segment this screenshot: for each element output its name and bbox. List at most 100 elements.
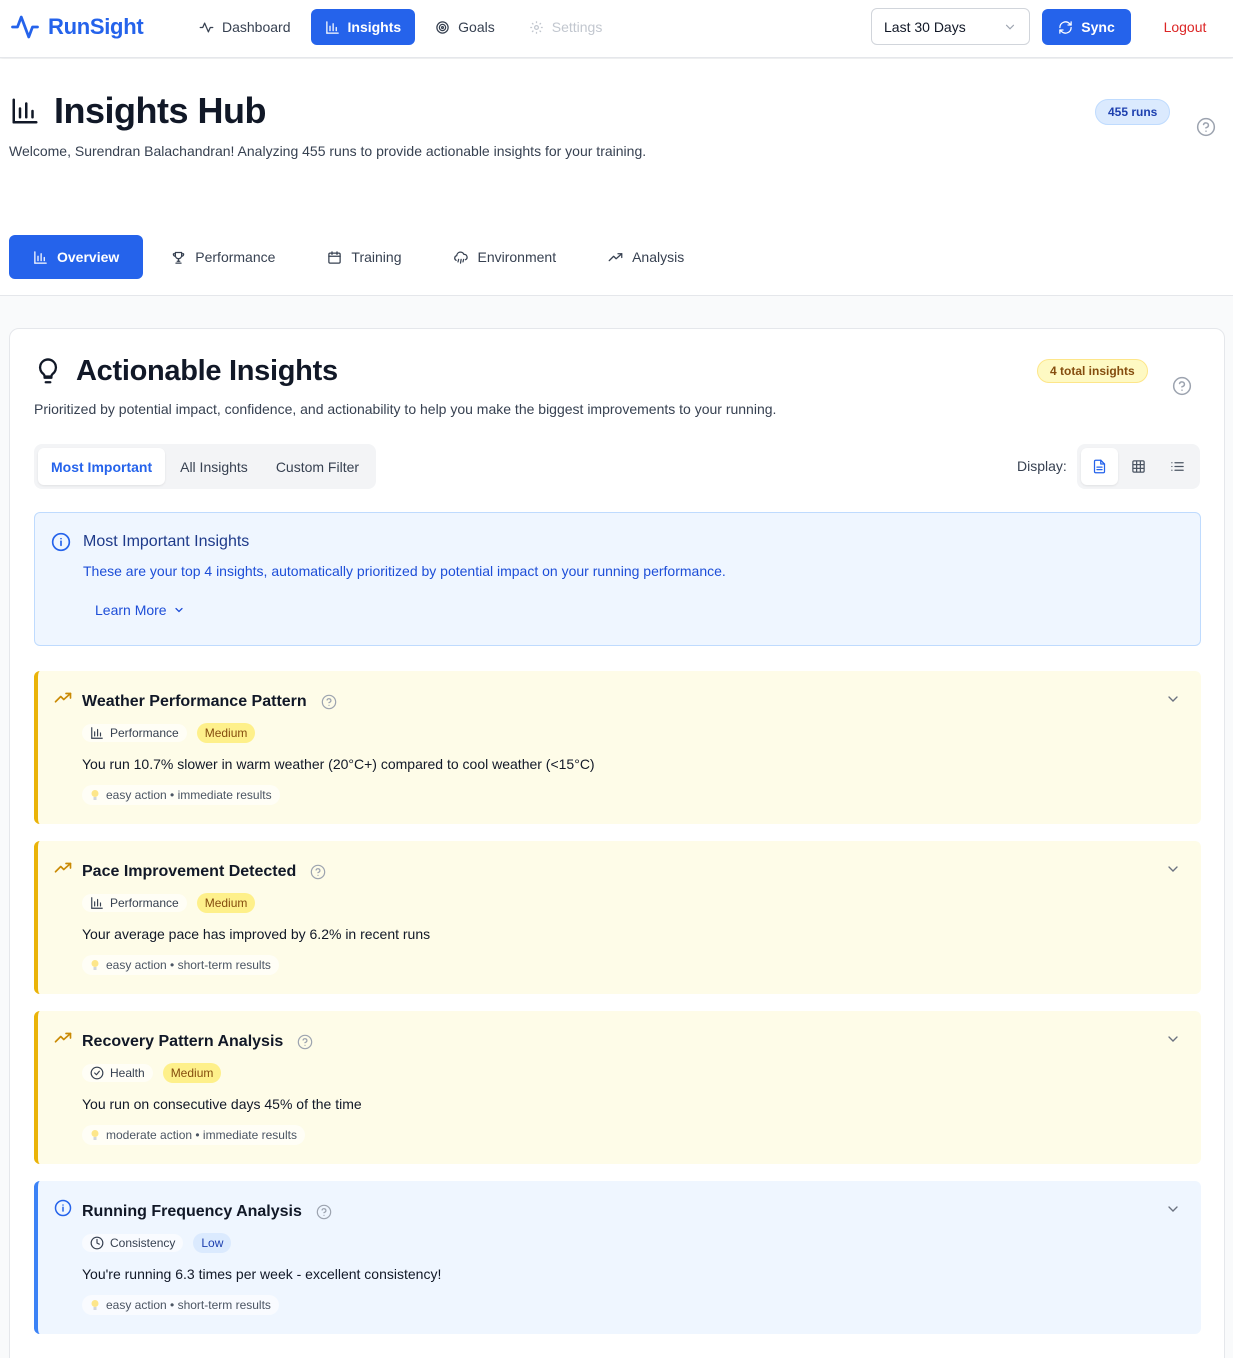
insight-tags: Performance Medium (82, 893, 256, 913)
insight-tags: Performance Medium (82, 723, 256, 743)
trophy-icon (173, 251, 185, 264)
clock-icon (90, 1236, 104, 1250)
lightbulb-icon (91, 1130, 99, 1140)
priority-badge: Medium (196, 893, 256, 913)
main-nav: Dashboard Insights Goals Settings (185, 9, 616, 45)
filter-most-important[interactable]: Most Important (38, 448, 166, 485)
lightbulb-icon (38, 357, 58, 383)
insight-tags: Health Medium (82, 1063, 222, 1083)
display-list-button[interactable] (1159, 448, 1196, 485)
insight-title: Recovery Pattern Analysis (82, 1033, 313, 1051)
category-tag: Performance (82, 724, 187, 742)
list-icon (1171, 462, 1184, 471)
display-grid-button[interactable] (1120, 448, 1157, 485)
insight-title: Running Frequency Analysis (82, 1203, 332, 1221)
chevron-down-icon[interactable] (1165, 861, 1181, 877)
help-circle-icon[interactable] (1172, 376, 1192, 396)
priority-badge: Low (193, 1233, 232, 1253)
page-subtitle: Welcome, Surendran Balachandran! Analyzi… (9, 143, 647, 159)
insight-title: Weather Performance Pattern (82, 693, 337, 711)
insight-card[interactable]: Recovery Pattern Analysis Health Medium … (34, 1011, 1201, 1164)
help-circle-icon[interactable] (316, 1204, 332, 1220)
tab-performance[interactable]: Performance (147, 235, 299, 279)
insight-title: Pace Improvement Detected (82, 863, 326, 881)
calendar-icon (328, 250, 342, 264)
help-circle-icon[interactable] (1196, 117, 1216, 137)
display-mode-toggle (1077, 444, 1200, 489)
target-icon (436, 20, 449, 34)
priority-badge: Medium (162, 1063, 222, 1083)
check-circle-icon (90, 1066, 104, 1080)
insight-card[interactable]: Running Frequency Analysis Consistency L… (34, 1181, 1201, 1334)
insights-tabs: Overview Performance Training Environmen… (9, 235, 712, 279)
help-circle-icon[interactable] (297, 1034, 313, 1050)
date-range-value: Last 30 Days (884, 18, 966, 35)
top-navigation-bar: RunSight Dashboard Insights Goals Settin… (0, 0, 1233, 58)
section-title: Actionable Insights (34, 355, 338, 388)
runs-count-badge: 455 runs (1095, 99, 1171, 125)
tab-overview[interactable]: Overview (9, 235, 144, 279)
pulse-logo-icon (11, 15, 39, 39)
insight-meta: easy action • short-term results (82, 1295, 279, 1315)
actionable-insights-card: Actionable Insights Prioritized by poten… (9, 328, 1225, 1358)
insight-meta: easy action • immediate results (82, 785, 280, 805)
total-insights-badge: 4 total insights (1037, 359, 1148, 383)
info-icon (51, 532, 71, 552)
activity-icon (199, 22, 214, 32)
nav-item-settings[interactable]: Settings (515, 9, 617, 45)
trending-up-icon (54, 862, 72, 873)
insight-description: Your average pace has improved by 6.2% i… (82, 926, 431, 942)
chevron-down-icon[interactable] (1165, 691, 1181, 707)
nav-item-dashboard[interactable]: Dashboard (185, 9, 305, 45)
nav-item-insights[interactable]: Insights (310, 9, 416, 45)
info-box-text: These are your top 4 insights, automatic… (83, 563, 726, 579)
insight-description: You run 10.7% slower in warm weather (20… (82, 756, 595, 772)
insight-meta: easy action • short-term results (82, 955, 279, 975)
bar-chart-icon (91, 727, 103, 739)
lightbulb-icon (91, 790, 99, 800)
grid-icon (1132, 460, 1145, 473)
lightbulb-icon (91, 960, 99, 970)
info-box-title: Most Important Insights (83, 533, 250, 550)
trending-up-icon (54, 692, 72, 703)
bar-chart-icon (34, 250, 47, 264)
tab-training[interactable]: Training (303, 235, 425, 279)
chevron-down-icon[interactable] (1165, 1201, 1181, 1217)
date-range-select[interactable]: Last 30 Days (871, 8, 1030, 45)
insight-card[interactable]: Weather Performance Pattern Performance … (34, 671, 1201, 824)
refresh-icon (1059, 20, 1073, 34)
filter-all-insights[interactable]: All Insights (167, 448, 261, 485)
learn-more-button[interactable]: Learn More (95, 602, 185, 618)
nav-item-goals[interactable]: Goals (421, 9, 509, 45)
sync-button[interactable]: Sync (1042, 9, 1131, 45)
logout-button[interactable]: Logout (1150, 9, 1220, 45)
insight-tags: Consistency Low (82, 1233, 232, 1253)
trending-up-icon (608, 252, 623, 261)
most-important-info-box: Most Important Insights These are your t… (34, 512, 1201, 646)
document-icon (1093, 459, 1106, 474)
cloud-rain-icon (454, 250, 469, 264)
insight-card[interactable]: Pace Improvement Detected Performance Me… (34, 841, 1201, 994)
section-subtitle: Prioritized by potential impact, confide… (34, 401, 777, 417)
tab-analysis[interactable]: Analysis (584, 235, 708, 279)
bar-chart-icon (12, 98, 38, 124)
info-icon (54, 1199, 72, 1217)
filter-custom[interactable]: Custom Filter (263, 448, 372, 485)
trending-up-icon (54, 1032, 72, 1043)
chevron-down-icon[interactable] (1165, 1031, 1181, 1047)
insight-filter-tabs: Most Important All Insights Custom Filte… (34, 444, 377, 489)
insight-meta: moderate action • immediate results (82, 1125, 305, 1145)
tab-environment[interactable]: Environment (429, 235, 580, 279)
brand-logo[interactable]: RunSight (10, 12, 144, 42)
help-circle-icon[interactable] (310, 864, 326, 880)
category-tag: Health (82, 1064, 153, 1082)
chevron-down-icon (174, 607, 183, 613)
display-detailed-button[interactable] (1081, 448, 1118, 485)
chevron-down-icon (1005, 24, 1015, 30)
gear-icon (530, 20, 543, 34)
bar-chart-icon (325, 20, 339, 34)
insight-description: You're running 6.3 times per week - exce… (82, 1266, 442, 1282)
help-circle-icon[interactable] (321, 694, 337, 710)
category-tag: Performance (82, 894, 187, 912)
bar-chart-icon (91, 897, 103, 909)
